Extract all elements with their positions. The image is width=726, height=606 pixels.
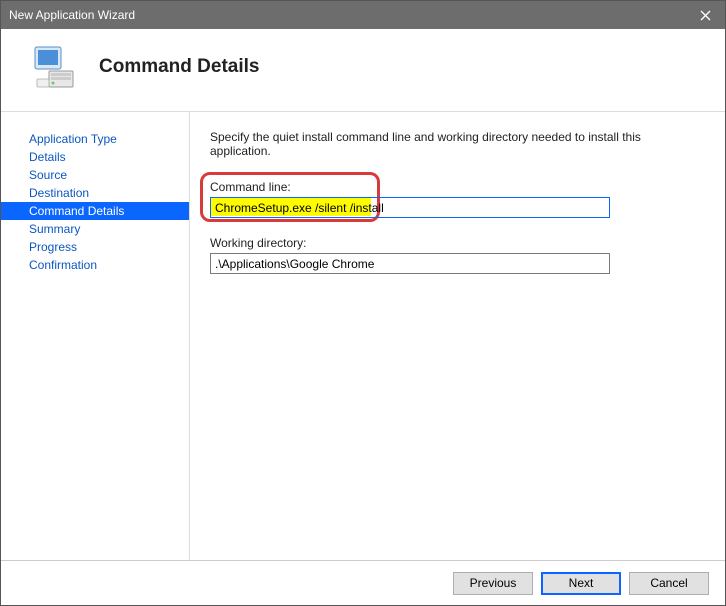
previous-button[interactable]: Previous: [453, 572, 533, 595]
sidebar-item-label: Command Details: [29, 204, 124, 218]
close-icon: [700, 10, 711, 21]
working-directory-label: Working directory:: [210, 236, 701, 250]
sidebar-item-label: Destination: [29, 186, 89, 200]
wizard-body: Application Type Details Source Destinat…: [1, 112, 725, 560]
window-title: New Application Wizard: [9, 8, 685, 22]
computer-icon: [29, 43, 77, 91]
sidebar-item-label: Source: [29, 168, 67, 182]
sidebar-item-command-details[interactable]: Command Details: [1, 202, 189, 220]
sidebar-item-progress[interactable]: Progress: [1, 238, 189, 256]
command-line-label: Command line:: [210, 180, 701, 194]
sidebar-item-details[interactable]: Details: [1, 148, 189, 166]
sidebar-item-destination[interactable]: Destination: [1, 184, 189, 202]
next-button[interactable]: Next: [541, 572, 621, 595]
sidebar-item-label: Progress: [29, 240, 77, 254]
wizard-header: Command Details: [1, 29, 725, 112]
wizard-footer: Previous Next Cancel: [1, 560, 725, 605]
working-directory-group: Working directory:: [210, 236, 701, 274]
sidebar-item-application-type[interactable]: Application Type: [1, 130, 189, 148]
wizard-sidebar: Application Type Details Source Destinat…: [1, 112, 189, 560]
titlebar: New Application Wizard: [1, 1, 725, 29]
sidebar-item-summary[interactable]: Summary: [1, 220, 189, 238]
wizard-content: Specify the quiet install command line a…: [189, 112, 725, 560]
sidebar-item-source[interactable]: Source: [1, 166, 189, 184]
command-line-input[interactable]: [210, 197, 610, 218]
cancel-button[interactable]: Cancel: [629, 572, 709, 595]
command-line-group: Command line:: [210, 180, 701, 218]
close-button[interactable]: [685, 1, 725, 29]
page-title: Command Details: [99, 56, 259, 78]
working-directory-input[interactable]: [210, 253, 610, 274]
sidebar-item-label: Details: [29, 150, 66, 164]
instruction-text: Specify the quiet install command line a…: [210, 130, 701, 158]
sidebar-item-label: Confirmation: [29, 258, 97, 272]
sidebar-item-label: Summary: [29, 222, 80, 236]
sidebar-item-label: Application Type: [29, 132, 117, 146]
sidebar-item-confirmation[interactable]: Confirmation: [1, 256, 189, 274]
